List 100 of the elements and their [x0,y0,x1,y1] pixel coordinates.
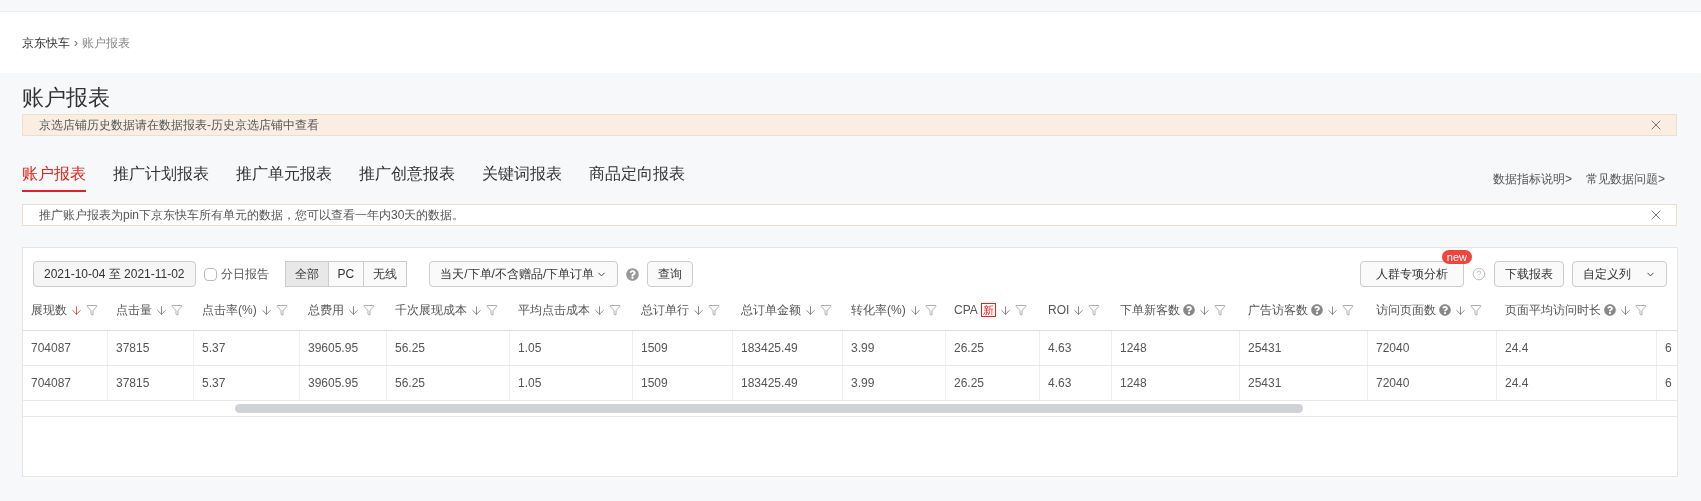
page-title: 账户报表 [22,84,111,109]
filter-icon[interactable] [1014,304,1027,316]
table-cell: 4.63 [1040,366,1112,400]
table-cell: 1.05 [510,331,633,365]
order-type-dropdown[interactable]: 当天/下单/不含赠品/下单订单 [429,261,619,287]
report-tab[interactable]: 账户报表 [22,162,86,192]
sort-icon[interactable] [155,303,168,317]
sort-icon[interactable] [998,303,1012,317]
help-icon[interactable] [1439,304,1451,316]
table-cell: 183425.49 [733,331,843,365]
sort-icon[interactable] [470,303,483,317]
filter-icon[interactable] [924,304,937,316]
help-link[interactable]: 常见数据问题> [1586,170,1665,188]
column-header: 点击量 [116,302,152,319]
breadcrumb-separator: › [74,34,78,52]
table-cell: 39605.95 [300,366,387,400]
filter-icon[interactable] [363,304,375,316]
filter-icon[interactable] [1342,304,1354,316]
info-text: 推广账户报表为pin下京东快车所有单元的数据，您可以查看一年内30天的数据。 [39,207,465,224]
notice-text: 京选店铺历史数据请在数据报表-历史京选店铺中查看 [39,117,319,134]
table-cell: 3.99 [843,366,946,400]
help-icon[interactable] [626,267,640,281]
segment-button[interactable]: 无线 [363,261,408,287]
scrollbar-thumb[interactable] [235,404,1303,413]
filter-icon[interactable] [1088,304,1101,316]
filter-icon[interactable] [1214,304,1226,316]
sort-icon[interactable] [1326,303,1339,317]
help-icon[interactable] [1183,304,1195,316]
table-cell: 1509 [633,366,733,400]
filter-icon[interactable] [609,304,621,316]
query-button[interactable]: 查询 [647,261,694,287]
sort-icon[interactable] [908,303,922,317]
download-button[interactable]: 下载报表 [1494,261,1564,287]
breadcrumb-link[interactable]: 京东快车 [22,33,70,52]
table-cell: 1248 [1112,331,1240,365]
table-cell: 1509 [633,331,733,365]
table-cell: 704087 [23,331,108,365]
sort-icon[interactable] [1619,303,1632,317]
report-tab[interactable]: 关键词报表 [482,162,562,192]
table-cell: 4.63 [1040,331,1112,365]
sort-icon[interactable] [692,303,705,317]
sort-icon[interactable] [593,303,606,317]
help-icon[interactable] [1604,304,1616,316]
sort-icon[interactable] [70,303,83,317]
help-icon[interactable] [1311,304,1323,316]
column-header: CPA [954,302,978,319]
filter-icon[interactable] [708,304,720,316]
table-cell: 5.37 [194,331,300,365]
table-cell: 72040 [1368,366,1497,400]
report-tab[interactable]: 推广计划报表 [113,162,209,192]
help-link[interactable]: 数据指标说明> [1492,170,1572,188]
table-cell: 26.25 [946,366,1040,400]
table-cell: 24.4 [1497,366,1657,400]
help-icon[interactable] [1472,267,1486,281]
column-header: 下单新客数 [1120,302,1180,319]
sort-icon[interactable] [259,303,273,317]
sort-icon[interactable] [1454,303,1467,317]
table-cell: 1248 [1112,366,1240,400]
table-cell: 72040 [1368,331,1497,365]
sort-icon[interactable] [1198,303,1211,317]
report-tab[interactable]: 商品定向报表 [589,162,685,192]
sort-icon[interactable] [1072,303,1086,317]
table-cell: 6 [1657,366,1677,400]
sort-icon[interactable] [804,303,817,317]
custom-columns-dropdown[interactable]: 自定义列 [1572,261,1667,287]
table-cell: 25431 [1240,366,1368,400]
table-cell: 704087 [23,366,108,400]
daily-report-checkbox[interactable]: 分日报告 [203,265,269,283]
sort-icon[interactable] [347,303,360,317]
table-cell: 1.05 [510,366,633,400]
filter-icon[interactable] [820,304,832,316]
column-header: 转化率(%) [851,302,906,319]
new-badge: new [1441,250,1472,264]
column-header: 千次展现成本 [395,302,467,319]
segment-button[interactable]: 全部 [284,261,329,287]
table-cell: 183425.49 [733,366,843,400]
column-header: 平均点击成本 [518,302,590,319]
table-cell: 56.25 [387,366,510,400]
column-header: 点击率(%) [202,302,257,319]
filter-icon[interactable] [1635,304,1647,316]
filter-icon[interactable] [171,304,183,316]
date-range-picker[interactable]: 2021-10-04 至 2021-11-02 [33,261,196,287]
crowd-analysis-button[interactable]: 人群专项分析 [1360,261,1464,287]
report-tab[interactable]: 推广创意报表 [359,162,455,192]
filter-icon[interactable] [1470,304,1482,316]
column-header: 总订单行 [641,302,689,319]
table-cell: 39605.95 [300,331,387,365]
table-cell: 56.25 [387,331,510,365]
filter-icon[interactable] [275,304,288,316]
table-cell: 26.25 [946,331,1040,365]
filter-icon[interactable] [86,304,98,316]
table-cell: 25431 [1240,331,1368,365]
column-header: 广告访客数 [1248,302,1308,319]
table-cell: 3.99 [843,331,946,365]
filter-icon[interactable] [486,304,498,316]
column-header: 展现数 [31,302,67,319]
column-header: ROI [1048,302,1070,319]
report-tab[interactable]: 推广单元报表 [236,162,332,192]
column-header: 页面平均访问时长 [1505,302,1601,319]
column-header: 访问页面数 [1376,302,1436,319]
